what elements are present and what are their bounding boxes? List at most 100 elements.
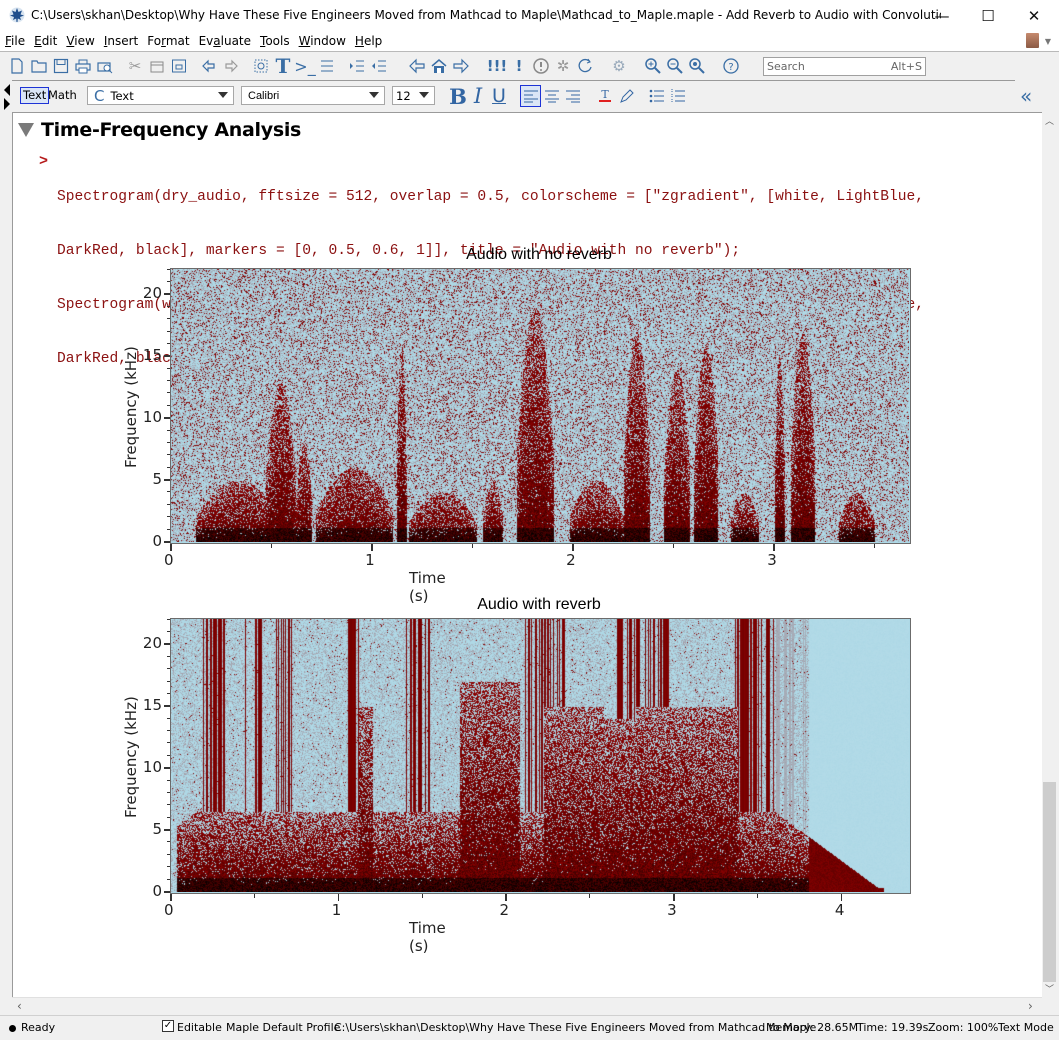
- font-dropdown[interactable]: Calibri: [241, 86, 385, 105]
- spectrogram-heatmap: [171, 269, 909, 542]
- interrupt-icon[interactable]: [530, 55, 552, 77]
- back-icon[interactable]: [406, 55, 428, 77]
- numbered-list-button[interactable]: [669, 85, 687, 107]
- insert-text-icon[interactable]: T: [272, 54, 294, 78]
- connect-icon[interactable]: ⚙: [608, 55, 630, 77]
- style-dropdown[interactable]: C Text: [87, 86, 234, 105]
- insert-paragraph-icon[interactable]: [316, 55, 338, 77]
- scroll-up-icon[interactable]: ︿: [1042, 114, 1057, 128]
- text-mode-button[interactable]: Text: [20, 87, 50, 104]
- zoom-out-icon[interactable]: [664, 55, 686, 77]
- toolbar-divider: [12, 80, 1015, 81]
- underline-button[interactable]: U: [489, 85, 509, 107]
- editable-label: Editable: [177, 1021, 222, 1034]
- open-folder-icon[interactable]: [28, 55, 50, 77]
- plot-title: Audio with no reverb: [466, 246, 612, 263]
- paste-icon[interactable]: [168, 55, 190, 77]
- y-tick: [164, 293, 170, 295]
- zoom-in-icon[interactable]: [642, 55, 664, 77]
- new-document-icon[interactable]: [6, 55, 28, 77]
- help-icon[interactable]: ?: [720, 55, 742, 77]
- home-icon[interactable]: [428, 55, 450, 77]
- menu-evaluate[interactable]: Evaluate: [194, 34, 255, 48]
- x-tick: [371, 544, 373, 551]
- outdent-icon[interactable]: [368, 55, 390, 77]
- undo-icon[interactable]: [198, 55, 220, 77]
- menu-view[interactable]: View: [61, 34, 98, 48]
- x-tick: [773, 544, 775, 551]
- insert-prompt-icon[interactable]: >_: [294, 55, 316, 77]
- highlight-button[interactable]: [617, 85, 635, 107]
- indent-icon[interactable]: [346, 55, 368, 77]
- y-minor-tick: [167, 655, 170, 657]
- section-header[interactable]: Time-Frequency Analysis: [18, 119, 301, 141]
- horizontal-scrollbar[interactable]: ‹ ›: [12, 997, 1042, 1014]
- minimize-button[interactable]: —: [919, 0, 965, 31]
- vertical-scrollbar[interactable]: ︿ ﹀: [1042, 112, 1057, 997]
- highlight-pen-icon: [620, 89, 634, 103]
- insert-math-icon[interactable]: [250, 55, 272, 77]
- chevron-down-icon: [369, 92, 379, 98]
- text-color-icon: T: [599, 88, 611, 102]
- code-line: Spectrogram(dry_audio, fftsize = 512, ov…: [57, 189, 925, 205]
- scroll-right-icon[interactable]: ›: [1028, 999, 1033, 1013]
- align-left-button[interactable]: [520, 85, 541, 107]
- collapse-section-icon[interactable]: [18, 123, 34, 137]
- text-color-button[interactable]: T: [596, 85, 614, 107]
- menu-insert[interactable]: Insert: [99, 34, 142, 48]
- menu-window[interactable]: Window: [294, 34, 350, 48]
- worksheet[interactable]: Time-Frequency Analysis > Spectrogram(dr…: [12, 112, 1042, 997]
- scroll-down-icon[interactable]: ﹀: [1042, 982, 1057, 996]
- align-center-icon: [545, 90, 559, 103]
- close-button[interactable]: ✕: [1011, 0, 1057, 31]
- y-minor-tick: [167, 516, 170, 518]
- execute-all-icon[interactable]: !!!: [486, 55, 508, 77]
- search-input[interactable]: Search Alt+S: [763, 57, 926, 76]
- menu-tools[interactable]: Tools: [255, 34, 294, 48]
- debug-icon[interactable]: ✲: [552, 55, 574, 77]
- y-minor-tick: [167, 779, 170, 781]
- font-size-dropdown[interactable]: 12: [392, 86, 435, 105]
- execute-icon[interactable]: !: [508, 55, 530, 77]
- y-minor-tick: [167, 717, 170, 719]
- x-tick: [572, 544, 574, 551]
- scrollbar-thumb[interactable]: [1043, 782, 1056, 982]
- print-preview-icon[interactable]: [94, 55, 116, 77]
- y-tick-label: 10: [142, 758, 162, 777]
- restart-icon[interactable]: [574, 55, 596, 77]
- bold-button[interactable]: B: [448, 84, 468, 109]
- zoom-fit-icon[interactable]: [686, 55, 708, 77]
- save-icon[interactable]: [50, 55, 72, 77]
- user-avatar[interactable]: [1026, 33, 1039, 48]
- menu-format[interactable]: Format: [142, 34, 193, 48]
- y-minor-tick: [167, 692, 170, 694]
- menu-edit[interactable]: Edit: [29, 34, 61, 48]
- x-tick-label: 1: [365, 551, 375, 569]
- bullet-list-icon: [649, 89, 664, 103]
- bullet-list-button[interactable]: [648, 85, 666, 107]
- y-minor-tick: [167, 841, 170, 843]
- y-tick: [164, 643, 170, 645]
- align-center-button[interactable]: [543, 85, 561, 107]
- editable-checkbox[interactable]: ✓: [162, 1020, 174, 1032]
- x-tick: [505, 894, 507, 901]
- copy-icon[interactable]: [146, 55, 168, 77]
- avatar-dropdown-icon[interactable]: ▼: [1045, 37, 1051, 46]
- cut-icon[interactable]: ✂: [124, 55, 146, 77]
- math-mode-button[interactable]: Math: [48, 87, 77, 104]
- y-minor-tick: [167, 878, 170, 880]
- align-right-button[interactable]: [564, 85, 582, 107]
- italic-button[interactable]: I: [470, 84, 486, 108]
- y-tick: [164, 541, 170, 543]
- collapse-panel-button[interactable]: «: [1020, 84, 1032, 108]
- maximize-button[interactable]: ☐: [965, 0, 1011, 31]
- redo-icon[interactable]: [220, 55, 242, 77]
- scroll-left-icon[interactable]: ‹: [17, 999, 22, 1013]
- menu-file[interactable]: File: [0, 34, 29, 48]
- forward-icon[interactable]: [450, 55, 472, 77]
- x-axis-label: Time (s): [409, 919, 446, 955]
- menu-help[interactable]: Help: [350, 34, 386, 48]
- palette-toggle-icon[interactable]: [2, 82, 12, 112]
- print-icon[interactable]: [72, 55, 94, 77]
- svg-text:T: T: [601, 88, 609, 101]
